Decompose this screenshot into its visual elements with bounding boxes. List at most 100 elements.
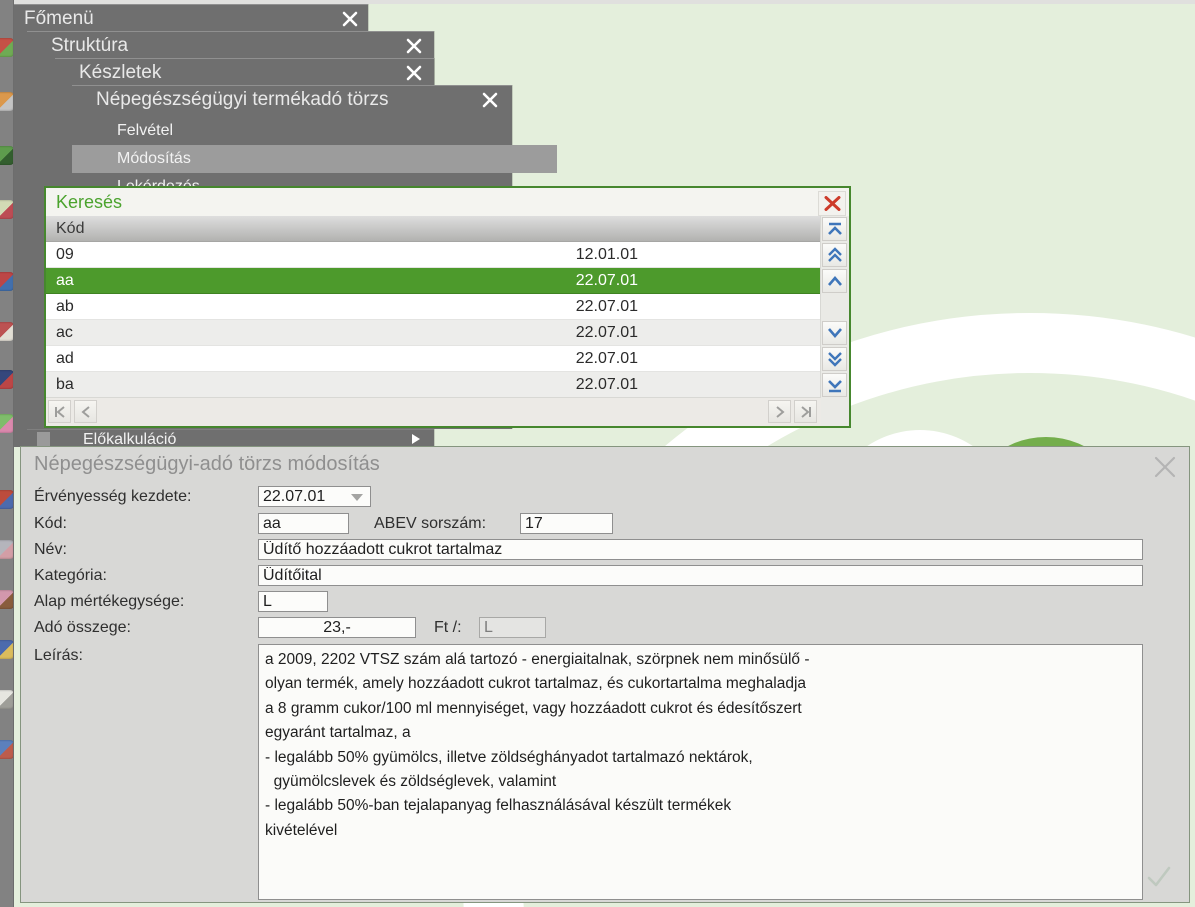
food-plate-icon[interactable] — [0, 200, 13, 219]
menu-item-icon — [37, 432, 50, 446]
category-label: Kategória: — [34, 567, 107, 584]
scroll-prev-icon — [80, 405, 90, 418]
window-title-fomenu: Főmenü — [24, 8, 94, 29]
confirm-check-icon[interactable] — [1145, 862, 1173, 890]
scroll-page-up-button[interactable] — [822, 243, 847, 267]
table-row[interactable]: 22.07.01 ad — [46, 346, 821, 372]
close-icon[interactable] — [1153, 455, 1177, 479]
name-label: Név: — [34, 541, 67, 558]
description-line: kivételével — [265, 821, 338, 839]
per-unit-label: Ft /: — [434, 619, 462, 636]
user-folder-icon[interactable] — [0, 590, 13, 609]
category-field[interactable] — [258, 565, 1143, 586]
scroll-last-icon — [800, 405, 811, 418]
table-row[interactable]: 22.07.01 aa — [46, 268, 821, 294]
abev-label: ABEV sorszám: — [374, 515, 487, 532]
row-date: 22.07.01 — [575, 324, 638, 341]
table-row[interactable]: 22.07.01 ac — [46, 320, 821, 346]
menu-item-modositas[interactable]: Módosítás — [72, 145, 557, 173]
code-field[interactable] — [258, 513, 349, 534]
search-window: Keresés Kód 12.01.01 09 22.07.01 aa 22.07.… — [44, 186, 851, 428]
row-code: aa — [56, 272, 74, 289]
description-line: a 8 gramm cukor/100 ml mennyiséget, vagy… — [265, 699, 802, 717]
close-icon[interactable] — [342, 11, 358, 27]
description-line: - legalább 50% gyümölcs, illetve zöldség… — [265, 748, 753, 766]
search-results-table: 12.01.01 09 22.07.01 aa 22.07.01 ab 22.07.0… — [46, 242, 821, 398]
tax-amount-field[interactable] — [258, 617, 416, 638]
validity-value: 22.07.01 — [263, 488, 326, 505]
search-window-title: Keresés — [56, 192, 123, 212]
vertical-scrollbar — [820, 216, 849, 426]
scroll-bottom-icon — [827, 379, 842, 392]
scroll-page-up-icon — [827, 247, 842, 262]
scroll-down-icon — [827, 328, 842, 338]
scroll-prev-button[interactable] — [74, 400, 97, 423]
home-icon[interactable] — [0, 490, 13, 509]
scroll-first-button[interactable] — [48, 400, 71, 423]
name-field[interactable] — [258, 539, 1143, 560]
basket-docs-icon[interactable] — [0, 322, 13, 341]
row-date: 22.07.01 — [575, 376, 638, 393]
books-icon[interactable] — [0, 370, 13, 389]
menu-item-felvetel[interactable]: Felvétel — [72, 117, 557, 145]
validity-label: Érvényesség kezdete: — [34, 488, 192, 505]
scroll-down-button[interactable] — [822, 321, 847, 345]
horizontal-scrollbar — [46, 397, 821, 426]
scroll-next-button[interactable] — [768, 400, 791, 423]
truck-icon[interactable] — [0, 640, 13, 659]
validity-start-dropdown[interactable]: 22.07.01 — [258, 486, 371, 507]
fruit-basket-icon[interactable] — [0, 38, 13, 57]
scroll-bottom-button[interactable] — [822, 373, 847, 397]
window-title-keszletek: Készletek — [79, 62, 162, 83]
description-line: egyaránt tartalmaz, a — [265, 724, 411, 742]
bar-chart-icon[interactable] — [0, 414, 13, 433]
close-icon[interactable] — [406, 38, 422, 54]
form-title: Népegészségügyi-adó törzs módosítás — [34, 453, 380, 475]
row-code: ac — [56, 324, 73, 341]
per-unit-field — [479, 617, 546, 638]
money-icon[interactable] — [0, 540, 13, 559]
table-row[interactable]: 22.07.01 ab — [46, 294, 821, 320]
row-date: 22.07.01 — [575, 272, 638, 289]
description-line: gyümölcslevek és zöldséglevek, valamint — [265, 773, 557, 791]
row-code: ad — [56, 350, 74, 367]
close-icon[interactable] — [482, 92, 498, 108]
shopping-cart-icon[interactable] — [0, 92, 13, 111]
base-unit-field[interactable] — [258, 591, 328, 612]
row-date: 12.01.01 — [575, 246, 638, 263]
row-date: 22.07.01 — [575, 298, 638, 315]
menu-item-label: Felvétel — [117, 122, 174, 139]
table-row[interactable]: 12.01.01 09 — [46, 242, 821, 268]
row-code: ab — [56, 298, 74, 315]
code-label: Kód: — [34, 515, 67, 532]
scroll-top-button[interactable] — [822, 217, 847, 241]
scroll-last-button[interactable] — [794, 400, 817, 423]
tools-icon[interactable] — [0, 740, 13, 759]
left-icon-toolbar — [0, 0, 14, 907]
window-title-struktura: Struktúra — [51, 35, 129, 56]
vegetables-icon[interactable] — [0, 146, 13, 165]
form-window-nepegeszsegugyi-ado-modositas: Népegészségügyi-adó törzs módosítás Érvé… — [20, 446, 1190, 903]
close-button[interactable] — [818, 191, 846, 216]
description-line: olyan termék, amely hozzáadott cukrot ta… — [265, 675, 807, 693]
abev-number-field[interactable] — [520, 513, 613, 534]
description-textarea[interactable]: a 2009, 2202 VTSZ szám alá tartozó - ene… — [258, 644, 1143, 900]
column-header-kod[interactable]: Kód — [46, 216, 821, 242]
scroll-up-button[interactable] — [822, 269, 847, 293]
scroll-page-down-button[interactable] — [822, 347, 847, 371]
scroll-top-icon — [827, 222, 842, 235]
colored-boxes-icon[interactable] — [0, 272, 13, 291]
application-desktop: Főmenü Struktúra Előkalkuláció Készletek… — [0, 0, 1195, 907]
table-row[interactable]: 22.07.01 ba — [46, 372, 821, 398]
description-label: Leírás: — [34, 647, 83, 664]
row-code: 09 — [56, 246, 74, 263]
flag-icon[interactable] — [0, 690, 13, 709]
submenu-arrow-icon — [412, 434, 420, 444]
menu-item-label: Módosítás — [117, 150, 191, 167]
tax-amount-label: Adó összege: — [34, 619, 131, 636]
row-date: 22.07.01 — [575, 350, 638, 367]
close-icon[interactable] — [406, 65, 422, 81]
scroll-up-icon — [827, 276, 842, 286]
description-line: - legalább 50%-ban tejalapanyag felhaszn… — [265, 797, 732, 815]
scroll-first-icon — [54, 405, 65, 418]
